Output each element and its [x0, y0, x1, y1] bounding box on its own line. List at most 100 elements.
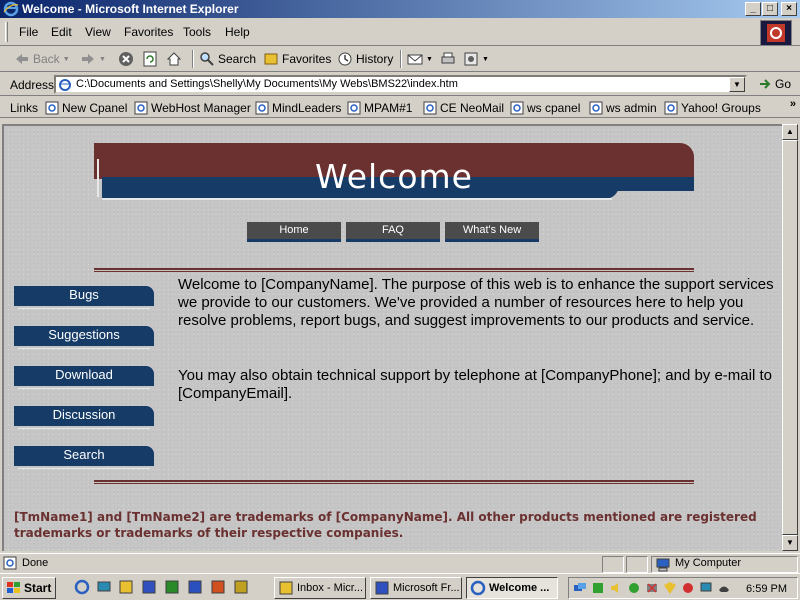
print-button[interactable]: [440, 51, 456, 67]
link-label: WebHost Manager: [151, 101, 251, 115]
tray-messenger-icon[interactable]: [627, 581, 641, 595]
home-icon: [166, 52, 182, 66]
standard-toolbar: Back ▼ ▼ Search Favorites History ▼ ▼: [0, 46, 800, 72]
link-new-cpanel[interactable]: New Cpanel: [45, 101, 127, 115]
link-ws-admin[interactable]: ws admin: [589, 101, 657, 115]
task-welcome[interactable]: Welcome ...: [466, 577, 558, 599]
scroll-down-button[interactable]: ▼: [782, 535, 798, 551]
mail-button[interactable]: ▼: [407, 51, 433, 67]
link-webhost-manager[interactable]: WebHost Manager: [134, 101, 251, 115]
close-button[interactable]: ×: [781, 2, 797, 16]
quicklaunch-ie-icon[interactable]: [74, 579, 90, 595]
bottom-divider: [94, 480, 694, 484]
nav-whats-new-button[interactable]: What's New: [445, 222, 539, 242]
taskbar-clock[interactable]: 6:59 PM: [746, 583, 787, 595]
menu-tools[interactable]: Tools: [183, 25, 211, 39]
nav-home-button[interactable]: Home: [247, 222, 341, 242]
tray-connection-icon[interactable]: [645, 581, 659, 595]
task-microsoft-frontpage[interactable]: Microsoft Fr...: [370, 577, 462, 599]
status-pane: [626, 556, 648, 573]
sidebar-bugs-button[interactable]: Bugs: [14, 286, 154, 309]
quicklaunch-desktop-icon[interactable]: [96, 579, 112, 595]
tray-network-icon[interactable]: [573, 581, 587, 595]
vertical-scrollbar[interactable]: ▲ ▼: [782, 124, 798, 551]
tray-volume-icon[interactable]: [609, 581, 623, 595]
title-bar: Welcome - Microsoft Internet Explorer _ …: [0, 0, 800, 18]
menu-help[interactable]: Help: [225, 25, 250, 39]
sidebar-download-button[interactable]: Download: [14, 366, 154, 389]
menu-favorites[interactable]: Favorites: [124, 25, 173, 39]
menu-file[interactable]: File: [19, 25, 38, 39]
status-pane: [602, 556, 624, 573]
window-title: Welcome - Microsoft Internet Explorer: [22, 2, 239, 16]
ie-page-icon: [664, 101, 678, 115]
forward-button[interactable]: ▼: [80, 51, 106, 67]
contact-paragraph: You may also obtain technical support by…: [178, 367, 772, 402]
link-label: MindLeaders: [272, 101, 342, 115]
scroll-thumb[interactable]: [782, 140, 798, 535]
forward-arrow-icon: [82, 54, 94, 64]
minimize-button[interactable]: _: [745, 2, 761, 16]
link-mpam1[interactable]: MPAM#1: [347, 101, 412, 115]
menu-edit[interactable]: Edit: [51, 25, 72, 39]
home-button[interactable]: [166, 51, 182, 67]
back-button[interactable]: Back ▼: [14, 51, 70, 67]
quicklaunch-outlook-icon[interactable]: [118, 579, 134, 595]
address-input[interactable]: C:\Documents and Settings\Shelly\My Docu…: [54, 75, 747, 94]
intro-paragraph: Welcome to [CompanyName]. The purpose of…: [178, 276, 774, 329]
ie-page-icon: [423, 101, 437, 115]
sidebar-search-button[interactable]: Search: [14, 446, 154, 469]
sidebar-discussion-button[interactable]: Discussion: [14, 406, 154, 429]
search-label: Search: [218, 52, 257, 66]
address-value: C:\Documents and Settings\Shelly\My Docu…: [76, 78, 458, 90]
status-zone-label: My Computer: [675, 557, 742, 569]
page-content: Welcome Home FAQ What's New Bugs Suggest…: [2, 124, 782, 551]
tray-alert-icon[interactable]: [681, 581, 695, 595]
back-arrow-icon: [16, 54, 28, 64]
my-computer-icon: [656, 558, 670, 572]
quicklaunch-excel-icon[interactable]: [164, 579, 180, 595]
link-label: ws admin: [606, 101, 657, 115]
favorites-button[interactable]: Favorites: [263, 51, 331, 67]
scroll-up-button[interactable]: ▲: [782, 124, 798, 140]
go-button[interactable]: Go: [758, 77, 791, 91]
ie-page-icon: [255, 101, 269, 115]
tray-phone-icon[interactable]: [717, 581, 731, 595]
tray-antivirus-icon[interactable]: [591, 581, 605, 595]
refresh-button[interactable]: [142, 51, 158, 67]
quicklaunch-app-icon[interactable]: [141, 579, 157, 595]
stop-button[interactable]: [118, 51, 134, 67]
menu-grip: [5, 22, 8, 42]
history-button[interactable]: History: [337, 51, 393, 67]
links-overflow-chevron-icon[interactable]: »: [790, 98, 796, 110]
link-mindleaders[interactable]: MindLeaders: [255, 101, 341, 115]
quicklaunch-powerpoint-icon[interactable]: [210, 579, 226, 595]
status-bar: Done My Computer: [0, 553, 800, 573]
quicklaunch-frontpage-icon[interactable]: [233, 579, 249, 595]
ie-page-icon: [45, 101, 59, 115]
frontpage-icon: [375, 581, 389, 595]
back-label: Back: [33, 52, 60, 66]
nav-faq-button[interactable]: FAQ: [346, 222, 440, 242]
search-button[interactable]: Search: [199, 51, 256, 67]
favorites-label: Favorites: [282, 52, 332, 66]
edit-button[interactable]: ▼: [463, 51, 489, 67]
tray-display-icon[interactable]: [699, 581, 713, 595]
start-button[interactable]: Start: [2, 577, 56, 599]
tray-security-icon[interactable]: [663, 581, 677, 595]
page-icon: [59, 79, 71, 91]
ie-page-icon: [510, 101, 524, 115]
quicklaunch-word-icon[interactable]: [187, 579, 203, 595]
link-ws-cpanel[interactable]: ws cpanel: [510, 101, 580, 115]
ie-icon: [470, 580, 486, 596]
task-inbox[interactable]: Inbox - Micr...: [274, 577, 366, 599]
link-yahoo-groups[interactable]: Yahoo! Groups: [664, 101, 761, 115]
go-label: Go: [775, 77, 792, 91]
sidebar-suggestions-button[interactable]: Suggestions: [14, 326, 154, 349]
welcome-banner: Welcome: [94, 143, 694, 201]
maximize-button[interactable]: □: [762, 2, 778, 16]
stop-icon: [119, 52, 133, 66]
address-dropdown-button[interactable]: ▼: [729, 77, 745, 92]
link-ce-neomail[interactable]: CE NeoMail: [423, 101, 504, 115]
menu-view[interactable]: View: [85, 25, 111, 39]
